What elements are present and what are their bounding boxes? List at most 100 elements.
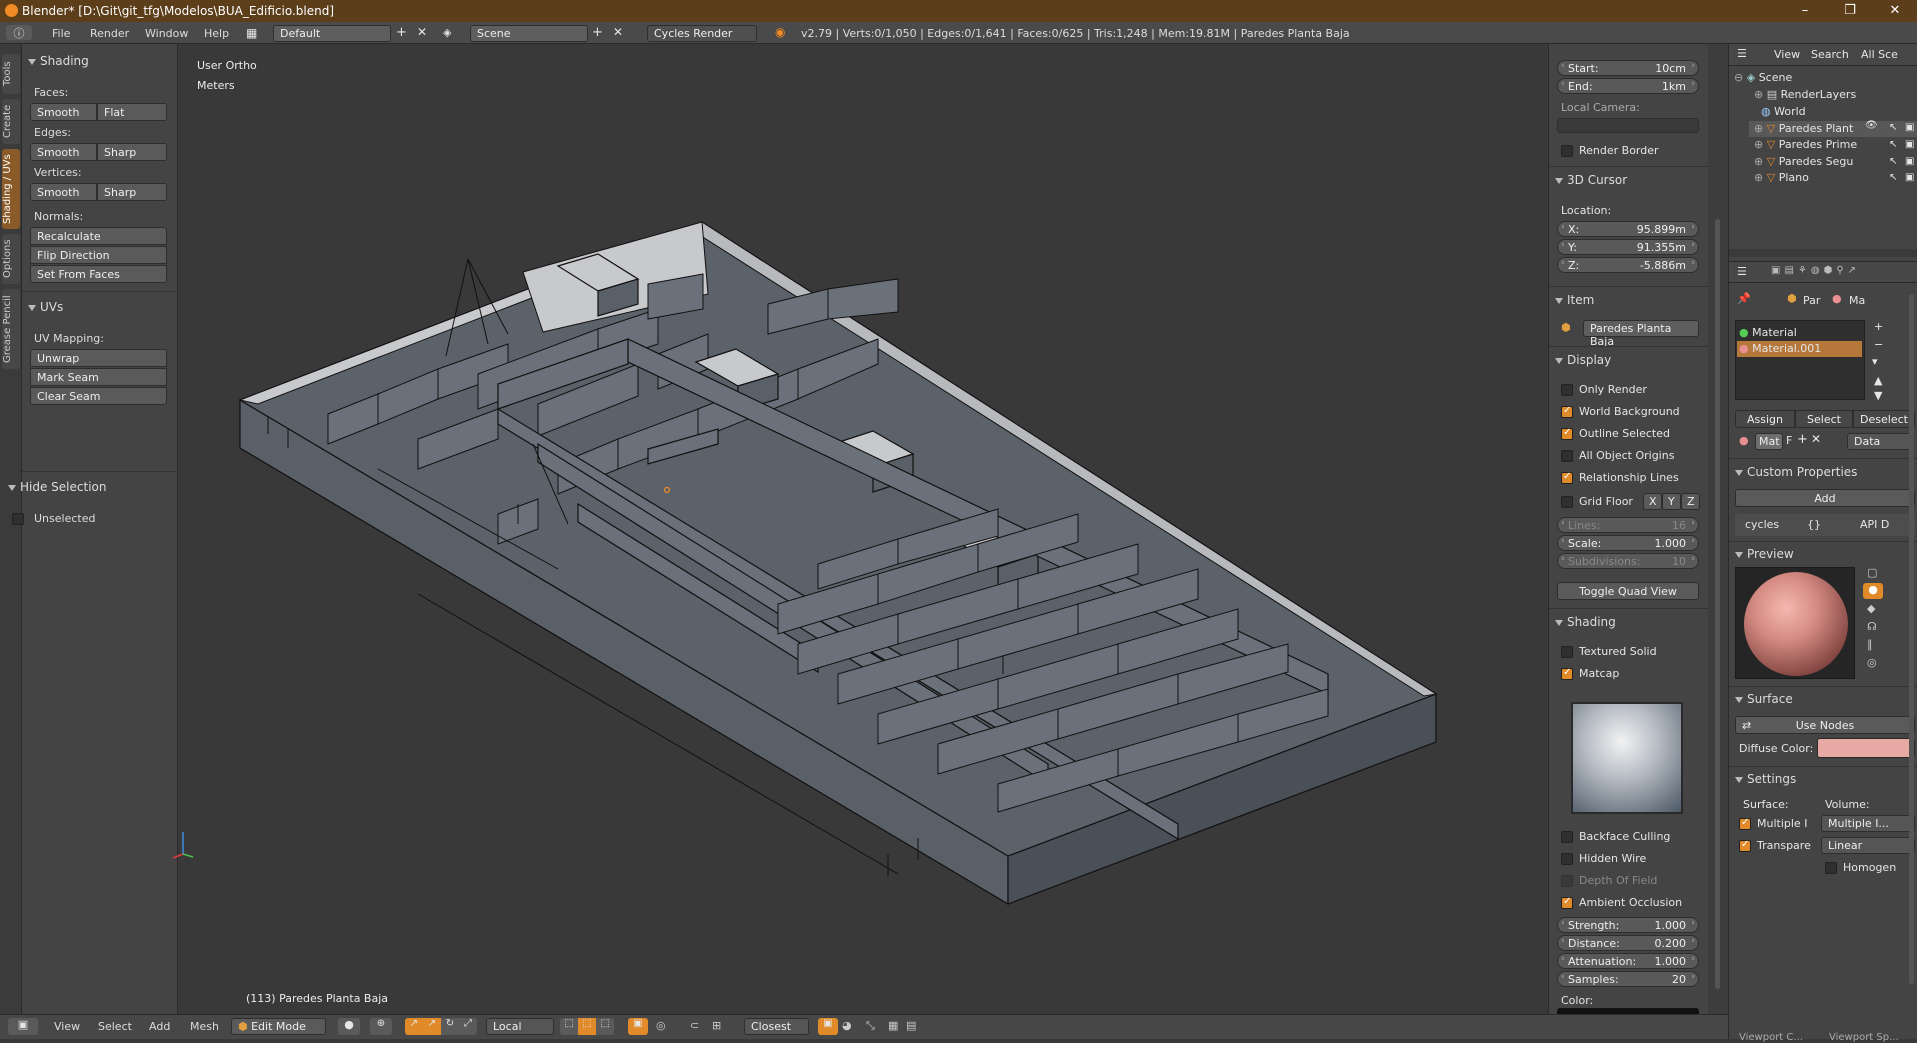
render-camera-icon[interactable]: ▣ bbox=[1905, 156, 1914, 167]
select-button[interactable]: Select bbox=[1795, 410, 1853, 428]
outliner-item-scene[interactable]: ⊖ ◈ Scene bbox=[1734, 71, 1792, 84]
remove-scene-icon[interactable]: ✕ bbox=[613, 25, 623, 39]
properties-editor-icon[interactable]: ☰ bbox=[1737, 265, 1747, 278]
select-menu[interactable]: Select bbox=[98, 1020, 132, 1033]
move-down-icon[interactable]: ▼ bbox=[1874, 389, 1882, 402]
outliner-display-mode[interactable]: All Sce bbox=[1861, 48, 1898, 61]
snap-element-icon[interactable]: ⊞ bbox=[712, 1019, 721, 1032]
unselected-checkbox[interactable] bbox=[12, 513, 24, 525]
menu-help[interactable]: Help bbox=[204, 27, 229, 40]
vertices-sharp-button[interactable]: Sharp bbox=[97, 183, 167, 201]
ma-breadcrumb[interactable]: Ma bbox=[1849, 294, 1865, 307]
edges-smooth-button[interactable]: Smooth bbox=[30, 143, 97, 161]
select-arrow-icon[interactable]: ↖ bbox=[1889, 156, 1897, 167]
cursor-x-field[interactable]: ‹ X: 95.899m › bbox=[1557, 221, 1699, 237]
editor-type-icon[interactable]: ▣ bbox=[8, 1018, 38, 1035]
limit-selection-icon[interactable]: ▣ bbox=[628, 1018, 648, 1035]
preview-hair-icon[interactable]: ∥ bbox=[1867, 638, 1873, 651]
proportional-editing-icon[interactable]: ◎ bbox=[656, 1019, 666, 1032]
tab-create[interactable]: Create bbox=[2, 99, 20, 144]
unwrap-menu-button[interactable]: Unwrap bbox=[30, 349, 167, 367]
select-arrow-icon[interactable]: ↖ bbox=[1889, 172, 1897, 183]
grid-scale-field[interactable]: ‹ Scale: 1.000 › bbox=[1557, 535, 1699, 551]
deselect-button[interactable]: Deselect bbox=[1853, 410, 1915, 428]
npanel-scrollbar[interactable] bbox=[1715, 219, 1720, 989]
material-preview[interactable] bbox=[1735, 567, 1855, 679]
display-header[interactable]: Display bbox=[1555, 353, 1611, 367]
render-camera-icon[interactable]: ▣ bbox=[1905, 139, 1914, 150]
object-context-icon[interactable]: ⬢ bbox=[1787, 292, 1797, 305]
preview-sphere-icon[interactable]: ● bbox=[1863, 583, 1883, 599]
hide-selection-header[interactable]: Hide Selection bbox=[8, 480, 106, 494]
outliner-item-paredes-prime[interactable]: ⊕ ▽ Paredes Prime bbox=[1754, 138, 1857, 151]
volume-interpolation-select[interactable]: Linear bbox=[1821, 837, 1915, 854]
tab-grease-pencil[interactable]: Grease Pencil bbox=[2, 289, 20, 369]
use-nodes-button[interactable]: ⇄ Use Nodes bbox=[1735, 716, 1915, 734]
item-name-field[interactable]: Paredes Planta Baja bbox=[1583, 320, 1699, 348]
recalculate-button[interactable]: Recalculate bbox=[30, 227, 167, 245]
vertex-select-icon[interactable]: ⬚ bbox=[560, 1018, 578, 1035]
world-background-checkbox[interactable] bbox=[1561, 405, 1573, 418]
properties-context-icons[interactable]: ▣▤⚘◍⬢⚲↗ bbox=[1771, 265, 1860, 276]
face-select-icon[interactable]: ⬚ bbox=[596, 1018, 614, 1035]
clip-end-field[interactable]: ‹ End: 1km › bbox=[1557, 78, 1699, 94]
snap-magnet-icon[interactable]: ⊂ bbox=[690, 1019, 699, 1032]
toggle-quad-view-button[interactable]: Toggle Quad View bbox=[1557, 582, 1699, 600]
outliner-item-renderlayers[interactable]: ⊕ ▤ RenderLayers bbox=[1754, 88, 1856, 101]
preview-world-icon[interactable]: ◎ bbox=[1867, 656, 1877, 669]
opengl-render-icon[interactable]: ◕ bbox=[842, 1019, 852, 1032]
cursor-y-field[interactable]: ‹ Y: 91.355m › bbox=[1557, 239, 1699, 255]
menu-file[interactable]: File bbox=[52, 27, 70, 40]
ao-samples-field[interactable]: ‹ Samples: 20 › bbox=[1557, 971, 1699, 987]
manipulator-toggle-icon[interactable]: ↗ bbox=[405, 1018, 423, 1035]
add-scene-icon[interactable]: + bbox=[592, 25, 603, 40]
add-property-button[interactable]: Add bbox=[1735, 489, 1915, 507]
vertices-smooth-button[interactable]: Smooth bbox=[30, 183, 97, 201]
maximize-button[interactable]: ❐ bbox=[1830, 3, 1870, 18]
transform-icon[interactable]: ⤡ bbox=[866, 1019, 875, 1033]
visibility-eye-icon[interactable]: 👁 bbox=[1865, 120, 1878, 131]
settings-header[interactable]: Settings bbox=[1735, 772, 1796, 786]
remove-slot-icon[interactable]: − bbox=[1874, 338, 1883, 351]
transform-orientation-select[interactable]: Local bbox=[486, 1018, 554, 1035]
textured-solid-checkbox[interactable] bbox=[1561, 646, 1573, 658]
viewport-shading-icon[interactable]: ● bbox=[338, 1018, 360, 1035]
scene-icon[interactable]: ◈ bbox=[443, 26, 451, 39]
screen-layout-field[interactable]: Default bbox=[273, 25, 391, 42]
faces-flat-button[interactable]: Flat bbox=[97, 103, 167, 121]
transparent-shadows-checkbox[interactable] bbox=[1739, 839, 1751, 852]
tab-shading-uvs[interactable]: Shading / UVs bbox=[2, 149, 20, 229]
shading-header[interactable]: Shading bbox=[1555, 615, 1616, 629]
add-slot-icon[interactable]: + bbox=[1874, 320, 1883, 333]
info-icon[interactable]: ⓘ bbox=[6, 25, 32, 40]
close-button[interactable]: ✕ bbox=[1875, 3, 1915, 18]
clear-seam-button[interactable]: Clear Seam bbox=[30, 387, 167, 405]
material-slot-material-001[interactable]: ● Material.001 bbox=[1737, 341, 1862, 357]
all-object-origins-checkbox[interactable] bbox=[1561, 450, 1573, 462]
surface-header[interactable]: Surface bbox=[1735, 692, 1793, 706]
building-model-mesh[interactable] bbox=[178, 44, 1548, 1014]
grid-lines-field[interactable]: ‹ Lines: 16 › bbox=[1557, 517, 1699, 533]
select-arrow-icon[interactable]: ↖ bbox=[1889, 139, 1897, 150]
select-arrow-icon[interactable]: ↖ bbox=[1889, 122, 1897, 133]
move-up-icon[interactable]: ▲ bbox=[1874, 374, 1882, 387]
outliner-item-world[interactable]: ◍ World bbox=[1754, 105, 1806, 118]
edges-sharp-button[interactable]: Sharp bbox=[97, 143, 167, 161]
render-camera-icon[interactable]: ▣ bbox=[1905, 172, 1914, 183]
new-material-icon[interactable]: + bbox=[1797, 432, 1808, 447]
pivot-point-icon[interactable]: ⊕ bbox=[370, 1018, 392, 1035]
edge-select-icon[interactable]: ⬚ bbox=[578, 1018, 596, 1035]
remove-layout-icon[interactable]: ✕ bbox=[417, 25, 427, 39]
3d-viewport[interactable]: User Ortho Meters (113) Paredes Planta B… bbox=[172, 44, 1548, 1014]
render-still-icon[interactable]: ▦ bbox=[888, 1019, 898, 1032]
pin-icon[interactable]: 📌 bbox=[1737, 292, 1751, 305]
outliner-view-menu[interactable]: View bbox=[1774, 48, 1800, 61]
unlink-material-icon[interactable]: ✕ bbox=[1811, 432, 1821, 446]
slot-specials-icon[interactable]: ▾ bbox=[1872, 355, 1878, 368]
backface-culling-checkbox[interactable] bbox=[1561, 831, 1573, 843]
hidden-wire-checkbox[interactable] bbox=[1561, 853, 1573, 865]
preview-flat-icon[interactable]: ▢ bbox=[1867, 566, 1877, 579]
diffuse-color-swatch[interactable] bbox=[1817, 738, 1915, 758]
flip-direction-button[interactable]: Flip Direction bbox=[30, 246, 167, 264]
translate-manipulator-icon[interactable]: ↗ bbox=[423, 1018, 441, 1035]
